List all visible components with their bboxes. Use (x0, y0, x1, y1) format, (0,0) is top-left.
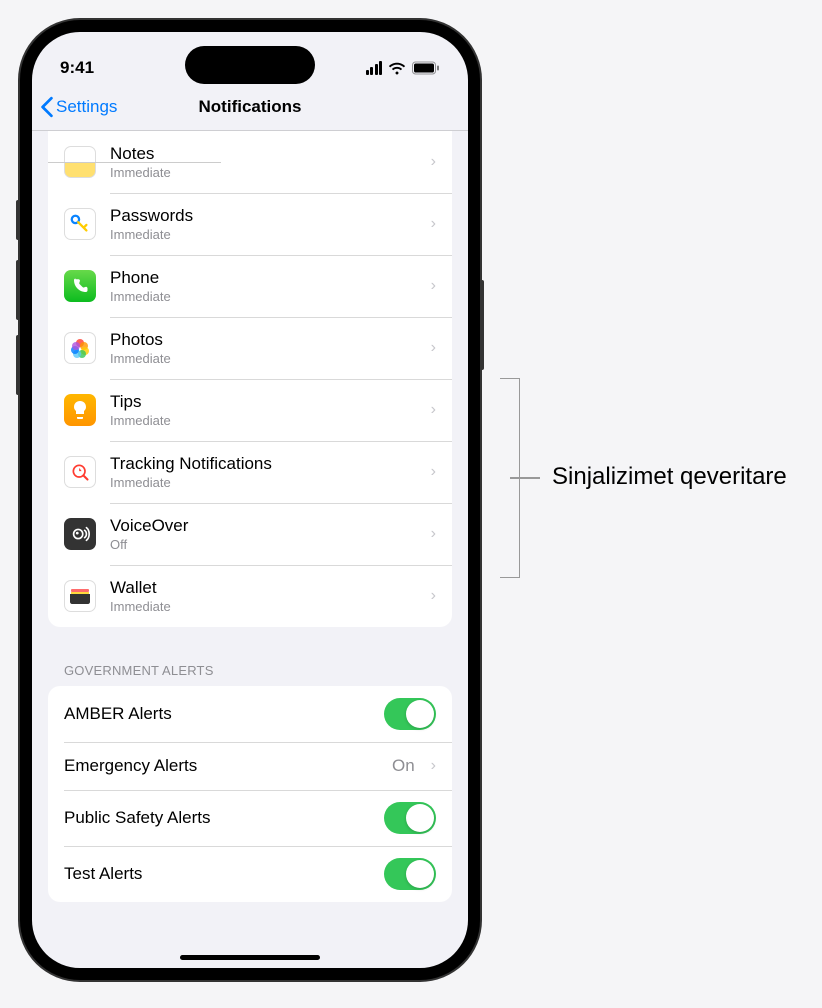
public-safety-alerts-label: Public Safety Alerts (64, 808, 210, 828)
app-title: Passwords (110, 206, 423, 226)
chevron-right-icon: › (431, 153, 436, 171)
status-time: 9:41 (60, 58, 94, 78)
nav-title: Notifications (199, 97, 302, 117)
iphone-frame: 9:41 Settings Notifications (20, 20, 480, 980)
test-alerts-row: Test Alerts (48, 846, 452, 902)
content-scroll[interactable]: Notes Immediate › Passwords Immediate (32, 131, 468, 963)
chevron-right-icon: › (431, 463, 436, 481)
chevron-right-icon: › (431, 525, 436, 543)
phone-icon (64, 270, 96, 302)
app-title: Wallet (110, 578, 423, 598)
app-row-tracking[interactable]: Tracking Notifications Immediate › (48, 441, 452, 503)
chevron-right-icon: › (431, 401, 436, 419)
nav-bar: Settings Notifications (32, 86, 468, 131)
app-subtitle: Immediate (110, 289, 423, 304)
app-title: Tracking Notifications (110, 454, 423, 474)
government-alerts-list: AMBER Alerts Emergency Alerts On › Publi… (48, 686, 452, 902)
public-safety-alerts-row: Public Safety Alerts (48, 790, 452, 846)
emergency-alerts-value: On (392, 756, 415, 776)
app-subtitle: Immediate (110, 599, 423, 614)
wifi-icon (388, 61, 406, 75)
amber-alerts-row: AMBER Alerts (48, 686, 452, 742)
emergency-alerts-row[interactable]: Emergency Alerts On › (48, 742, 452, 790)
app-subtitle: Off (110, 537, 423, 552)
app-subtitle: Immediate (110, 227, 423, 242)
tracking-icon (64, 456, 96, 488)
wallet-icon (64, 580, 96, 612)
app-row-passwords[interactable]: Passwords Immediate › (48, 193, 452, 255)
app-title: VoiceOver (110, 516, 423, 536)
app-title: Photos (110, 330, 423, 350)
cellular-icon (366, 61, 383, 75)
chevron-right-icon: › (431, 757, 436, 775)
amber-alerts-toggle[interactable] (384, 698, 436, 730)
app-row-wallet[interactable]: Wallet Immediate › (48, 565, 452, 627)
app-row-phone[interactable]: Phone Immediate › (48, 255, 452, 317)
back-button[interactable]: Settings (40, 96, 117, 118)
chevron-right-icon: › (431, 339, 436, 357)
app-list: Notes Immediate › Passwords Immediate (48, 131, 452, 627)
callout: Sinjalizimet qeveritare (500, 378, 787, 623)
battery-icon (412, 61, 440, 75)
chevron-right-icon: › (431, 587, 436, 605)
back-label: Settings (56, 97, 117, 117)
chevron-left-icon (40, 96, 54, 118)
chevron-right-icon: › (431, 215, 436, 233)
government-alerts-header: GOVERNMENT ALERTS (32, 657, 468, 686)
screen: 9:41 Settings Notifications (32, 32, 468, 968)
app-row-notes[interactable]: Notes Immediate › (48, 131, 452, 193)
app-row-tips[interactable]: Tips Immediate › (48, 379, 452, 441)
photos-icon (64, 332, 96, 364)
voiceover-icon (64, 518, 96, 550)
notes-icon (64, 146, 96, 178)
emergency-alerts-label: Emergency Alerts (64, 756, 197, 776)
app-subtitle: Immediate (110, 351, 423, 366)
app-subtitle: Immediate (110, 165, 423, 180)
chevron-right-icon: › (431, 277, 436, 295)
app-row-photos[interactable]: Photos Immediate › (48, 317, 452, 379)
test-alerts-toggle[interactable] (384, 858, 436, 890)
amber-alerts-label: AMBER Alerts (64, 704, 172, 724)
callout-label: Sinjalizimet qeveritare (552, 463, 787, 491)
dynamic-island (185, 46, 315, 84)
app-title: Phone (110, 268, 423, 288)
passwords-icon (64, 208, 96, 240)
public-safety-alerts-toggle[interactable] (384, 802, 436, 834)
tips-icon (64, 394, 96, 426)
app-subtitle: Immediate (110, 413, 423, 428)
app-row-voiceover[interactable]: VoiceOver Off › (48, 503, 452, 565)
home-indicator[interactable] (180, 955, 320, 960)
app-title: Tips (110, 392, 423, 412)
test-alerts-label: Test Alerts (64, 864, 142, 884)
app-subtitle: Immediate (110, 475, 423, 490)
